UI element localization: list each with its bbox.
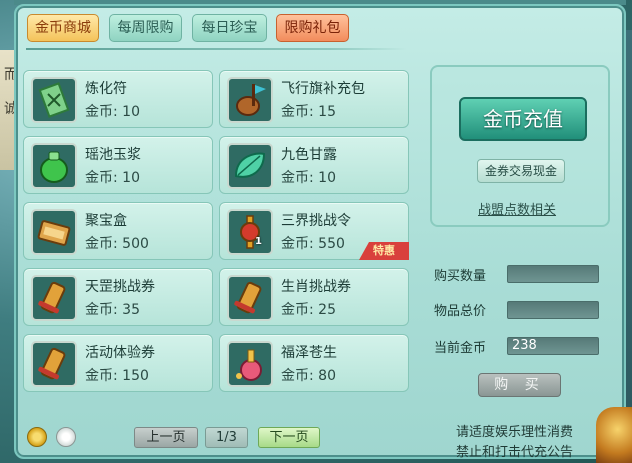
tab-daily-treasure[interactable]: 每日珍宝 (192, 14, 267, 42)
item-name: 天罡挑战券 (85, 279, 155, 295)
item-price: 金币: 550 (281, 236, 345, 252)
voucher-exchange-button[interactable]: 金券交易现金 (477, 159, 565, 183)
item-price: 金币: 10 (281, 170, 336, 186)
shop-item-card[interactable]: 福泽苍生金币: 80 (219, 334, 409, 392)
current-gold-label: 当前金币 (434, 341, 487, 356)
pearl-icon[interactable] (56, 427, 76, 447)
special-offer-badge: 特惠 (359, 242, 409, 260)
challenge-token-icon (227, 209, 273, 255)
item-name: 活动体验券 (85, 345, 155, 361)
dew-leaf-icon (227, 143, 273, 189)
item-name: 炼化符 (85, 81, 127, 97)
scroll-icon (31, 275, 77, 321)
item-name: 瑶池玉浆 (85, 147, 141, 163)
item-name: 聚宝盒 (85, 213, 127, 229)
flag-pack-icon (227, 77, 273, 123)
shop-item-card[interactable]: 聚宝盒金币: 500 (23, 202, 213, 260)
prev-page-button[interactable]: 上一页 (134, 427, 198, 448)
qty-label: 购买数量 (434, 269, 487, 284)
scroll-icon (31, 341, 77, 387)
tab-limited-gift[interactable]: 限购礼包 (276, 14, 349, 42)
item-name: 生肖挑战券 (281, 279, 351, 295)
shop-item-card[interactable]: 瑶池玉浆金币: 10 (23, 136, 213, 194)
next-page-button[interactable]: 下一页 (258, 427, 320, 448)
item-price: 金币: 35 (85, 302, 140, 318)
corner-emblem-icon[interactable] (596, 407, 632, 463)
item-name: 福泽苍生 (281, 345, 337, 361)
magnify-coin-icon[interactable] (27, 427, 47, 447)
item-quantity: 1 (255, 236, 262, 247)
jade-jar-icon (31, 143, 77, 189)
item-name: 飞行旗补充包 (281, 81, 365, 97)
potion-bottle-icon (227, 341, 273, 387)
total-field (507, 301, 599, 319)
tab-gold-shop[interactable]: 金币商城 (27, 14, 99, 42)
talisman-icon (31, 77, 77, 123)
item-price: 金币: 25 (281, 302, 336, 318)
qty-field[interactable] (507, 265, 599, 283)
shop-item-card[interactable]: 1 三界挑战令金币: 550 特惠 (219, 202, 409, 260)
item-price: 金币: 500 (85, 236, 149, 252)
shop-item-card[interactable]: 生肖挑战券金币: 25 (219, 268, 409, 326)
notice-line-2[interactable]: 禁止和打击代充公告 (456, 441, 573, 460)
treasure-box-icon (31, 209, 77, 255)
tab-weekly-limited[interactable]: 每周限购 (109, 14, 182, 42)
item-price: 金币: 150 (85, 368, 149, 384)
total-label: 物品总价 (434, 304, 487, 319)
shop-item-card[interactable]: 炼化符金币: 10 (23, 70, 213, 128)
item-name: 三界挑战令 (281, 213, 351, 229)
alliance-points-link[interactable]: 战盟点数相关 (478, 199, 556, 218)
buy-button[interactable]: 购 买 (478, 373, 561, 397)
shop-item-card[interactable]: 活动体验券金币: 150 (23, 334, 213, 392)
item-name: 九色甘露 (281, 147, 337, 163)
shop-item-card[interactable]: 天罡挑战券金币: 35 (23, 268, 213, 326)
item-price: 金币: 80 (281, 368, 336, 384)
scroll-icon (227, 275, 273, 321)
item-price: 金币: 10 (85, 104, 140, 120)
shop-item-card[interactable]: 飞行旗补充包 金币: 15 (219, 70, 409, 128)
item-price: 金币: 15 (281, 104, 336, 120)
gold-recharge-button[interactable]: 金币充值 (459, 97, 587, 141)
tab-divider (26, 48, 406, 50)
current-gold-field: 238 (507, 337, 599, 355)
page-indicator: 1/3 (205, 427, 248, 448)
shop-item-card[interactable]: 九色甘露金币: 10 (219, 136, 409, 194)
item-price: 金币: 10 (85, 170, 140, 186)
notice-line-1[interactable]: 请适度娱乐理性消费 (456, 421, 573, 440)
